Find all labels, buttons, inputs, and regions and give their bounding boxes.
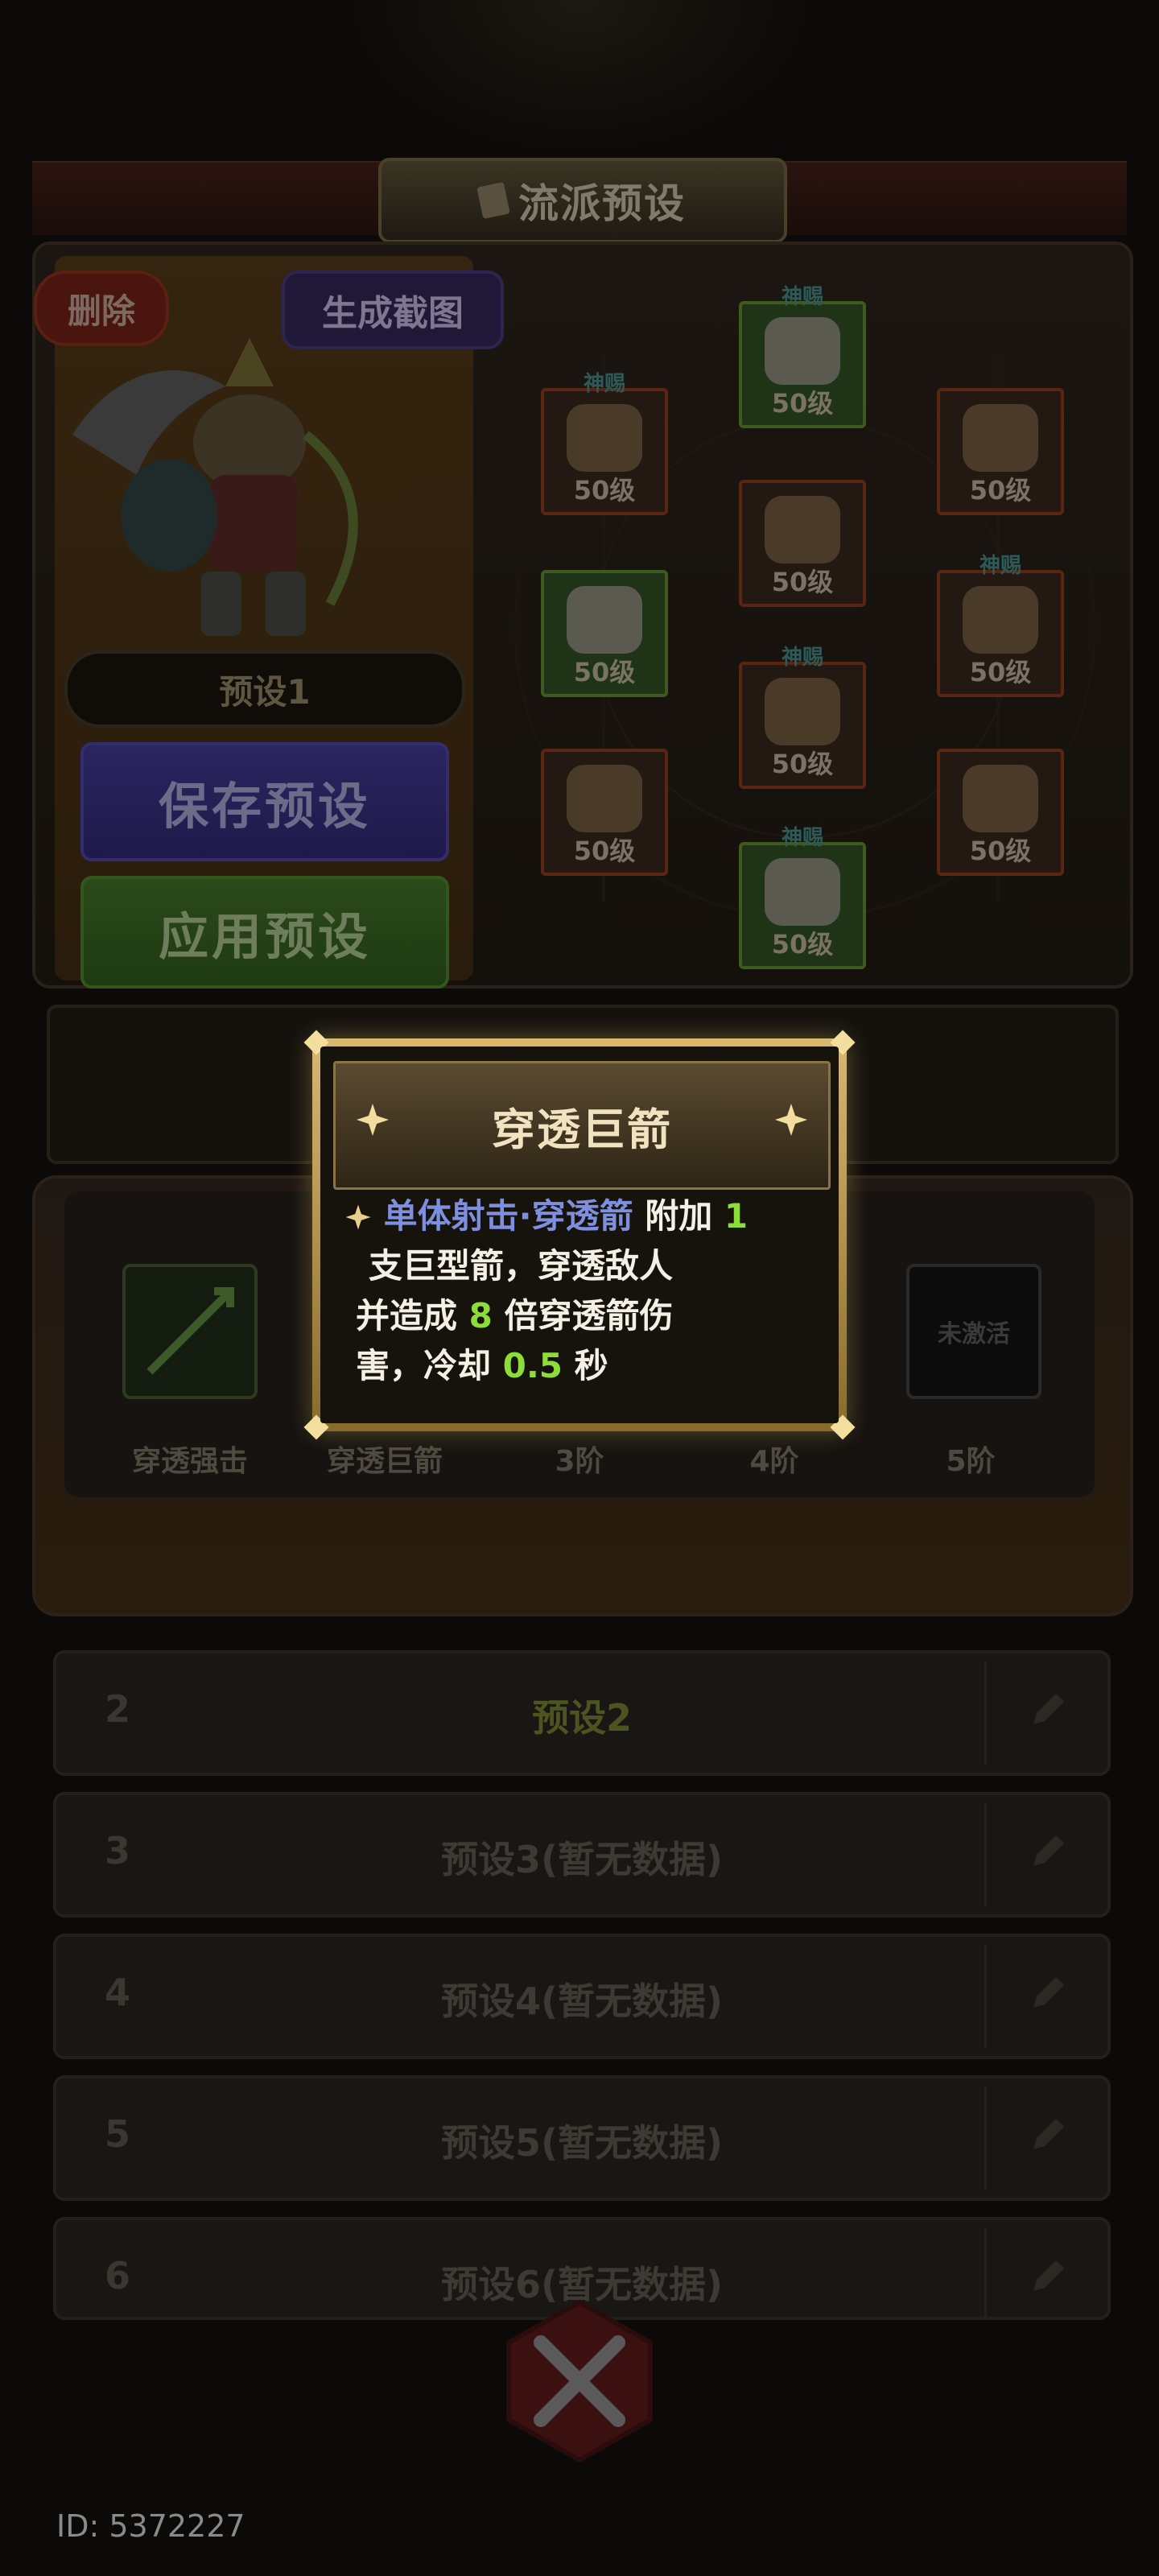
apply-preset-button[interactable]: 应用预设 (80, 876, 449, 989)
skill-label-1: 穿透强击 (131, 1445, 248, 1478)
edit-pencil-icon[interactable] (1025, 1972, 1069, 2016)
preset-list-row[interactable]: 3 预设3(暂无数据) (53, 1792, 1111, 1918)
armor-icon (765, 496, 840, 564)
popup-description: 单体射击·穿透箭 附加 1 支巨型箭，穿透敌人 并造成 8 倍穿透箭伤 害，冷却… (344, 1191, 819, 1391)
helmet-icon (567, 404, 642, 472)
equip-slot-boots[interactable]: 神赐 50级 (739, 826, 866, 969)
equip-slot-armor[interactable]: 50级 (739, 480, 866, 607)
bow-icon (567, 765, 642, 832)
close-x-icon[interactable] (493, 2294, 666, 2468)
skill-label-4: 4阶 (749, 1445, 799, 1478)
skill-icon-1[interactable] (122, 1264, 258, 1399)
page-title: 流派预设 (518, 180, 686, 227)
top-ornament (338, 0, 821, 161)
delete-button[interactable]: 删除 (34, 270, 169, 346)
equip-slot-helmet[interactable]: 神赐 50级 (541, 372, 668, 515)
sparkle-icon (775, 1104, 807, 1136)
pants-icon (765, 678, 840, 745)
arrow-icon (146, 1287, 234, 1375)
equip-slot-quiver[interactable]: 50级 (937, 749, 1064, 876)
preset-list-row[interactable]: 4 预设4(暂无数据) (53, 1934, 1111, 2059)
save-preset-button[interactable]: 保存预设 (80, 742, 449, 861)
helmet-plume-icon (765, 317, 840, 385)
skill-label-2: 穿透巨箭 (326, 1445, 443, 1478)
skill-label-3: 3阶 (555, 1445, 604, 1478)
equip-slot-wings[interactable]: 50级 (937, 388, 1064, 515)
skill-tooltip-popup: 穿透巨箭 单体射击·穿透箭 附加 1 支巨型箭，穿透敌人 并造成 8 倍穿透箭伤… (303, 1030, 856, 1440)
preset-list-row[interactable]: 5 预设5(暂无数据) (53, 2075, 1111, 2201)
preset-name-field[interactable]: 预设1 (64, 650, 465, 728)
boots-icon (765, 858, 840, 926)
belt-icon (963, 586, 1038, 654)
popup-header: 穿透巨箭 (333, 1061, 831, 1190)
equip-slot-pants[interactable]: 神赐 50级 (739, 646, 866, 789)
edit-pencil-icon[interactable] (1025, 1831, 1069, 1874)
gloves-icon (567, 586, 642, 654)
sparkle-icon (345, 1204, 371, 1230)
book-icon (476, 181, 510, 220)
equip-slot-bow[interactable]: 50级 (541, 749, 668, 876)
edit-pencil-icon[interactable] (1025, 2114, 1069, 2157)
wings-icon (963, 404, 1038, 472)
skill-keyword: 单体射击·穿透箭 (383, 1196, 633, 1236)
equip-slot-weapon[interactable]: 神赐 50级 (739, 285, 866, 428)
skill-label-5: 5阶 (946, 1445, 996, 1478)
hero-portrait (72, 338, 358, 636)
equip-slot-gloves[interactable]: 50级 (541, 570, 668, 697)
player-id: ID: 5372227 (56, 2508, 245, 2544)
edit-pencil-icon[interactable] (1025, 1689, 1069, 1732)
sparkle-icon (357, 1104, 389, 1136)
popup-title: 穿透巨箭 (492, 1104, 672, 1155)
skill-icon-5[interactable]: 未激活 (906, 1264, 1041, 1399)
title-plate: 流派预设 (378, 158, 787, 243)
edit-pencil-icon[interactable] (1025, 2256, 1069, 2299)
quiver-icon (963, 765, 1038, 832)
equip-slot-belt[interactable]: 神赐 50级 (937, 554, 1064, 697)
preset-list-row[interactable]: 2 预设2 (53, 1650, 1111, 1776)
